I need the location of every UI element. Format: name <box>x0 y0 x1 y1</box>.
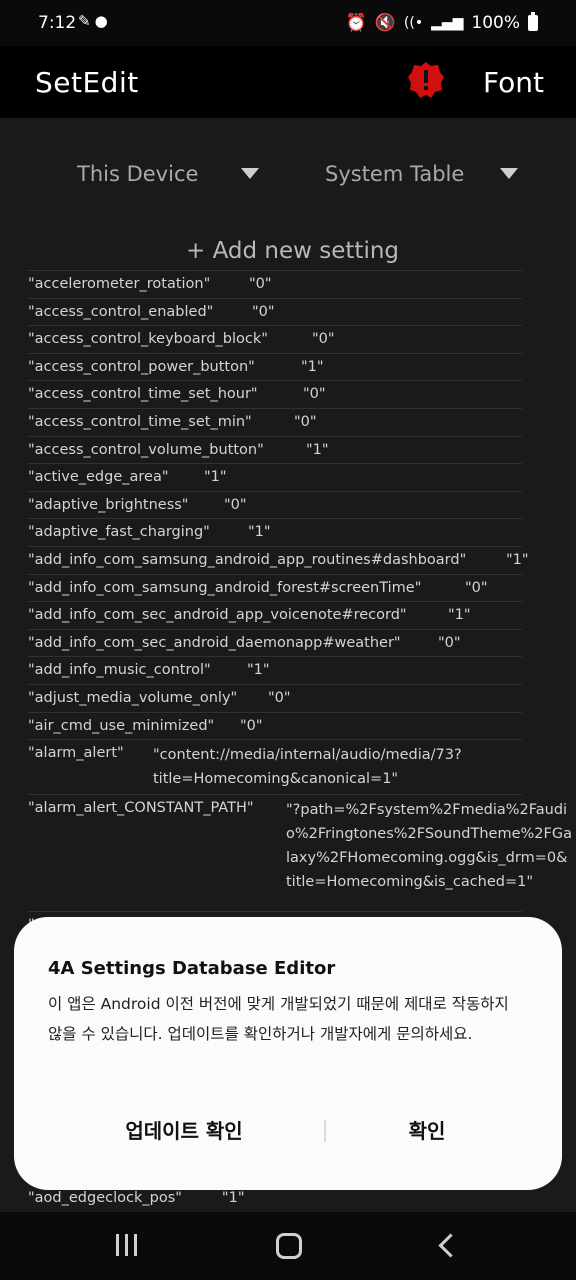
setting-value: "?path=%2Fsystem%2Fmedia%2Faudio%2Fringt… <box>286 802 572 891</box>
table-selectors: This Device System Table <box>0 118 576 238</box>
setting-key: "alarm_alert" <box>28 745 124 762</box>
battery-icon <box>528 12 538 31</box>
setting-value: "content://media/internal/audio/media/73… <box>153 747 462 788</box>
notification-icons: ✎● <box>78 12 112 30</box>
setting-key: "add_info_music_control" <box>28 662 211 679</box>
setting-key: "access_control_time_set_min" <box>28 413 252 430</box>
list-item[interactable]: "accelerometer_rotation" "0" <box>28 270 522 298</box>
setting-key: "add_info_com_sec_android_daemonapp#weat… <box>28 634 401 651</box>
list-item[interactable]: "air_cmd_use_minimized" "0" <box>28 711 522 740</box>
list-item[interactable]: "adaptive_brightness" "0" <box>28 490 522 519</box>
add-new-setting-button[interactable]: + Add new setting <box>186 238 399 264</box>
battery-percent: 100% <box>471 13 520 33</box>
font-button[interactable]: Font <box>483 66 544 99</box>
list-item[interactable]: "access_control_power_button" "1" <box>28 352 522 381</box>
list-item[interactable]: "adjust_media_volume_only" "0" <box>28 683 522 712</box>
setting-key: "access_control_keyboard_block" <box>28 331 268 348</box>
setting-value: "1" <box>247 662 270 679</box>
setting-value: "0" <box>224 496 247 513</box>
setting-key: "active_edge_area" <box>28 469 169 486</box>
setting-value: "1" <box>506 551 529 568</box>
app-title: SetEdit <box>35 66 139 99</box>
setting-value: "1" <box>221 1190 245 1206</box>
list-item[interactable]: "add_info_com_samsung_android_app_routin… <box>28 545 529 574</box>
table-dropdown[interactable]: System Table <box>325 162 518 186</box>
list-item[interactable]: "add_info_com_sec_android_daemonapp#weat… <box>28 628 522 657</box>
wifi-icon: ((• <box>403 15 424 31</box>
setting-value: "0" <box>249 276 272 292</box>
setting-key: "access_control_volume_button" <box>28 441 264 458</box>
dialog-title: 4A Settings Database Editor <box>48 958 336 979</box>
dialog-message: 이 앱은 Android 이전 버전에 맞게 개발되었기 때문에 제대로 작동하… <box>48 995 509 1043</box>
setting-value: "0" <box>294 413 317 430</box>
list-item[interactable]: "access_control_volume_button" "1" <box>28 435 522 464</box>
setting-key: "access_control_power_button" <box>28 358 255 375</box>
list-item[interactable]: "alarm_alert" "content://media/internal/a… <box>28 739 522 794</box>
setting-key: "add_info_com_sec_android_app_voicenote#… <box>28 607 407 624</box>
chevron-down-icon <box>500 168 518 179</box>
status-right: ⏰ 🔇 ((• ▂▄▆ 100% <box>345 12 538 33</box>
list-item[interactable]: "active_edge_area" "1" <box>28 463 522 491</box>
table-dropdown-label: System Table <box>325 162 465 186</box>
setting-value: "1" <box>448 607 471 624</box>
setting-value: "0" <box>240 717 263 734</box>
list-item[interactable]: "aod_edgeclock_pos" "1" <box>28 1190 245 1206</box>
back-icon[interactable] <box>438 1233 463 1258</box>
wand-notification-icon: ✎ <box>78 12 95 30</box>
list-item[interactable]: "access_control_time_set_min" "0" <box>28 407 522 436</box>
dialog-button-divider <box>324 1120 326 1142</box>
setting-key: "air_cmd_use_minimized" <box>28 717 215 734</box>
setting-key: "access_control_time_set_hour" <box>28 386 258 403</box>
setting-value: "0" <box>303 386 326 403</box>
status-bar: 7:12 ✎● ⏰ 🔇 ((• ▂▄▆ 100% <box>0 0 576 46</box>
setting-key: "add_info_com_samsung_android_forest#scr… <box>28 579 422 596</box>
setting-key: "aod_edgeclock_pos" <box>28 1190 182 1206</box>
alert-badge-icon[interactable] <box>407 61 445 99</box>
check-update-button[interactable]: 업데이트 확인 <box>74 1115 294 1144</box>
setting-key: "access_control_enabled" <box>28 303 214 320</box>
setting-key: "adaptive_brightness" <box>28 496 189 513</box>
list-item[interactable]: "add_info_com_sec_android_app_voicenote#… <box>28 601 522 629</box>
setting-key: "adaptive_fast_charging" <box>28 524 210 541</box>
list-item[interactable]: "adaptive_fast_charging" "1" <box>28 518 522 546</box>
alarm-icon: ⏰ <box>345 13 367 33</box>
setting-value: "1" <box>301 358 324 375</box>
setting-value: "0" <box>465 579 488 596</box>
device-dropdown-label: This Device <box>77 162 199 186</box>
list-item[interactable]: "access_control_keyboard_block" "0" <box>28 325 522 353</box>
list-item[interactable]: "add_info_music_control" "1" <box>28 656 522 684</box>
setting-key: "accelerometer_rotation" <box>28 276 211 292</box>
setting-value: "1" <box>204 469 227 486</box>
setting-key: "alarm_alert_CONSTANT_PATH" <box>28 800 254 817</box>
setting-value: "0" <box>438 634 461 651</box>
setting-value: "1" <box>306 441 329 458</box>
setting-value: "0" <box>312 331 335 348</box>
recent-apps-icon[interactable] <box>116 1234 140 1256</box>
setting-key: "add_info_com_samsung_android_app_routin… <box>28 551 467 568</box>
compatibility-dialog: 4A Settings Database Editor 이 앱은 Android… <box>14 917 562 1190</box>
signal-icon: ▂▄▆ <box>431 15 464 31</box>
list-item[interactable]: "access_control_enabled" "0" <box>28 297 522 326</box>
list-item[interactable]: "add_info_com_samsung_android_forest#scr… <box>28 573 522 602</box>
list-item[interactable]: "alarm_alert_CONSTANT_PATH" "?path=%2Fsys… <box>28 794 572 911</box>
navigation-bar <box>0 1212 576 1280</box>
device-dropdown[interactable]: This Device <box>77 162 259 186</box>
ok-button[interactable]: 확인 <box>334 1115 520 1144</box>
chevron-down-icon <box>241 168 259 179</box>
setting-value: "1" <box>248 524 271 541</box>
setting-value: "0" <box>252 303 275 320</box>
list-item[interactable]: "access_control_time_set_hour" "0" <box>28 380 522 408</box>
home-icon[interactable] <box>276 1233 302 1259</box>
mute-icon: 🔇 <box>374 13 396 33</box>
settings-list: "accelerometer_rotation" "0" "access_contr… <box>28 270 572 939</box>
setting-key: "adjust_media_volume_only" <box>28 689 238 706</box>
status-time: 7:12 <box>38 13 77 33</box>
app-bar: SetEdit Font <box>0 46 576 118</box>
chat-bubble-icon: ● <box>94 12 112 30</box>
setting-value: "0" <box>268 689 291 706</box>
